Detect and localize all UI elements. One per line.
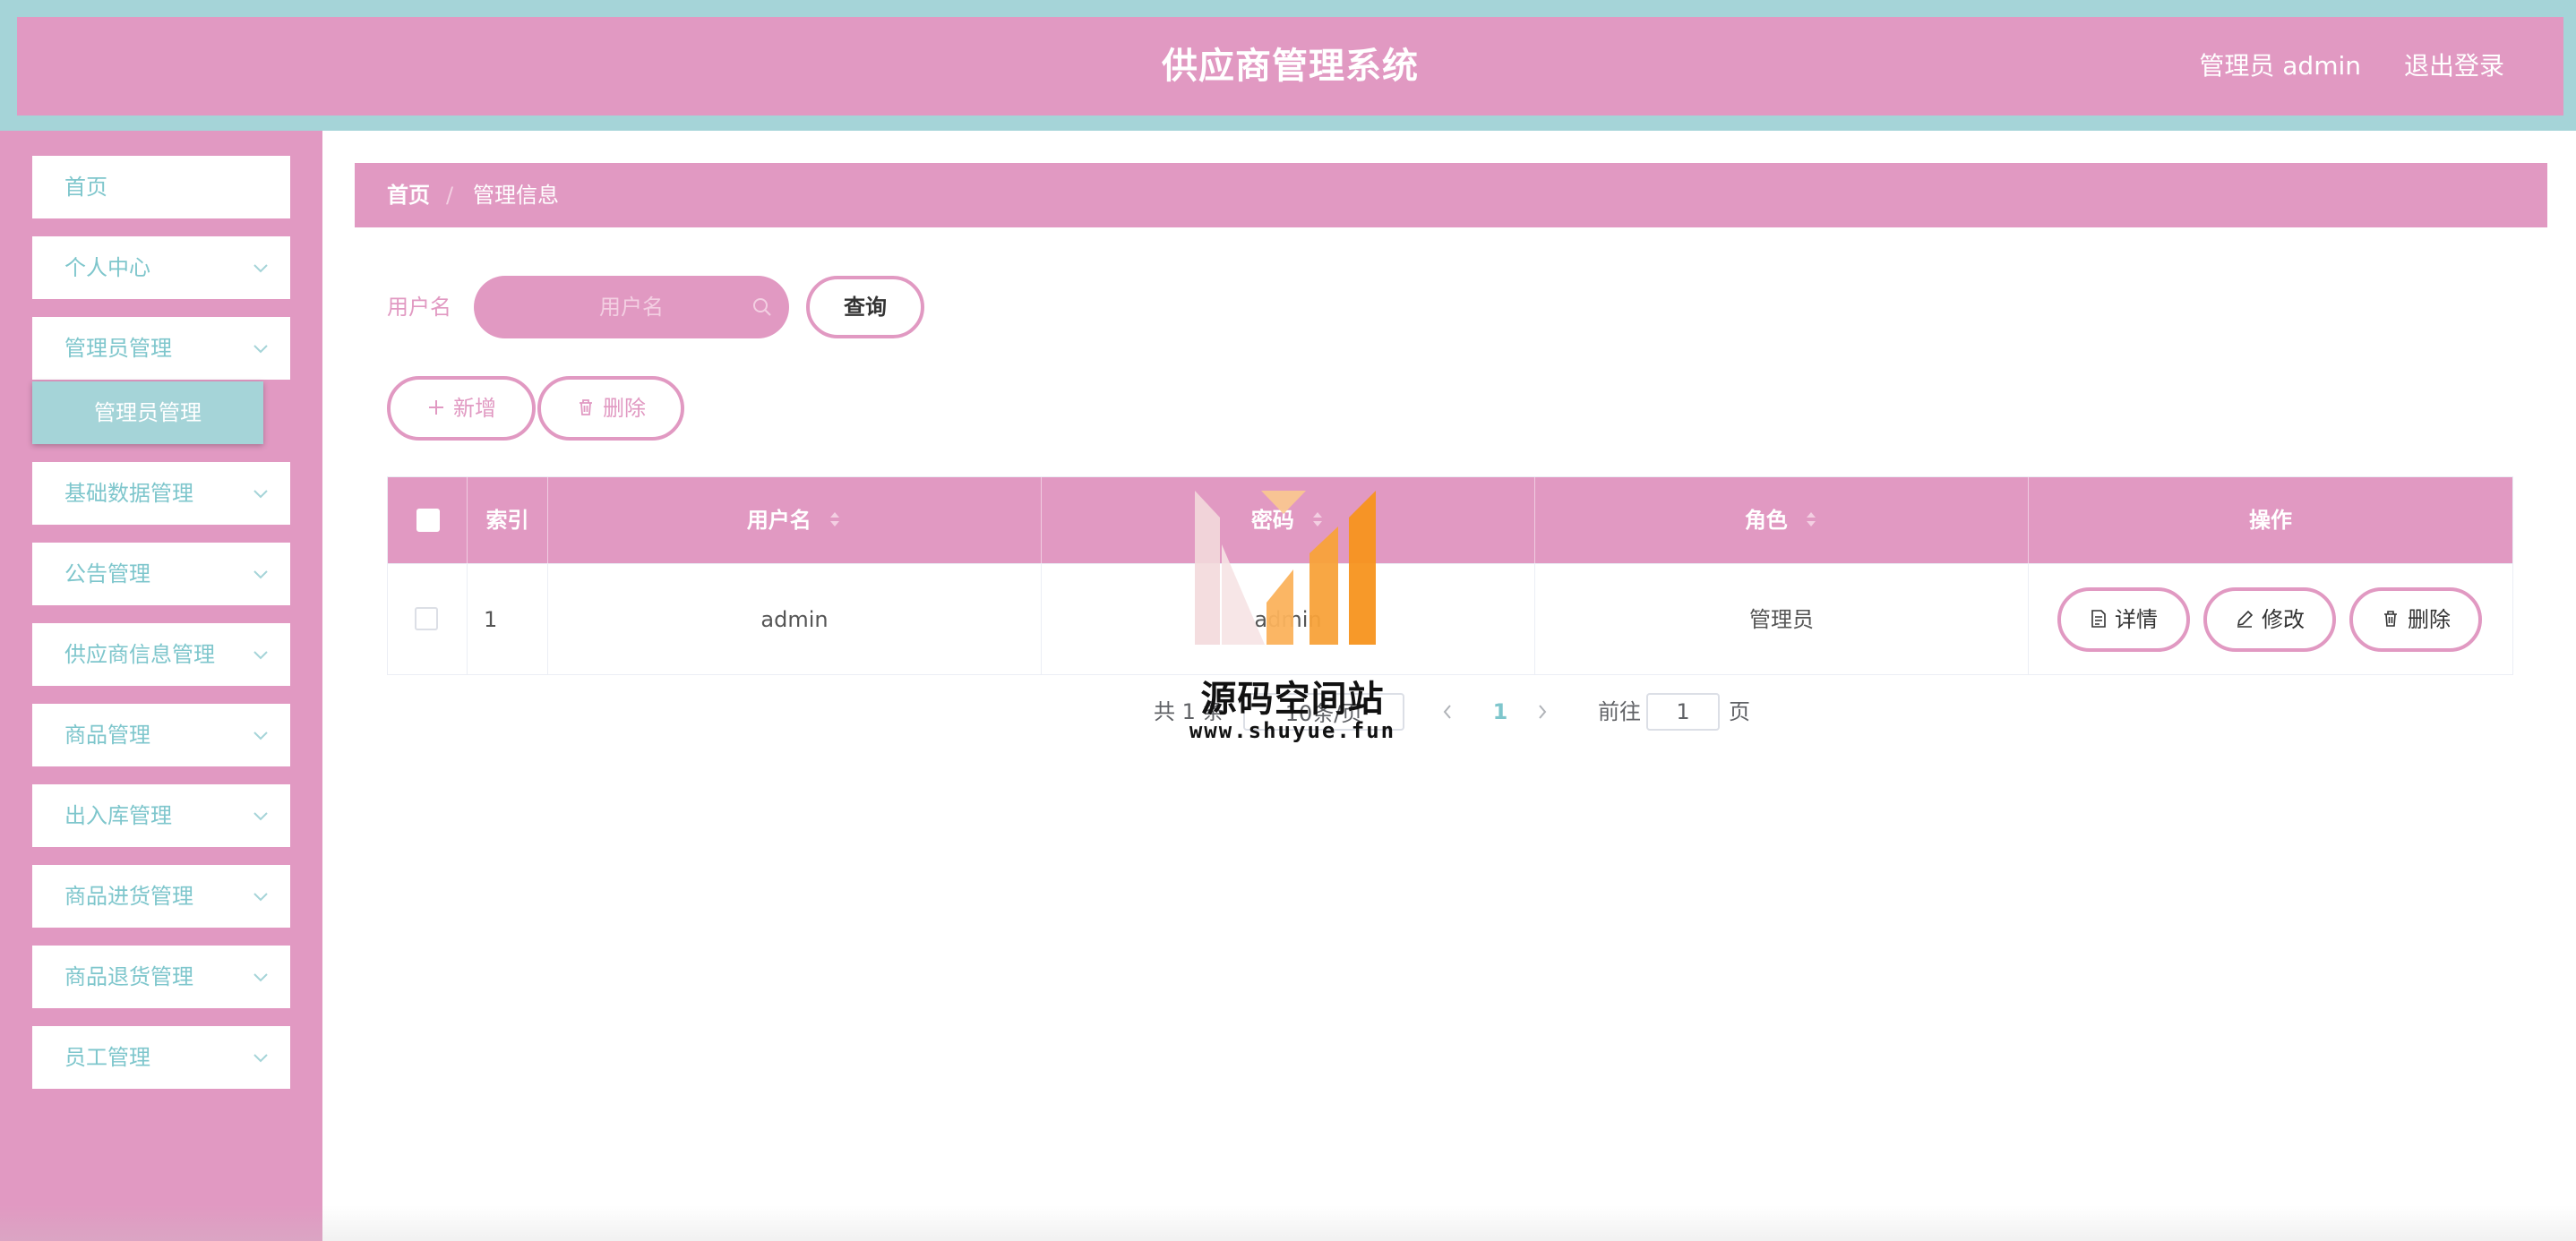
prev-page-button[interactable] xyxy=(1438,693,1462,731)
chevron-down-icon xyxy=(253,893,268,902)
column-header-label: 角色 xyxy=(1744,508,1788,533)
admin-table: 索引 用户名 密码 角色 操作 1 admin admin 管理员 详情 xyxy=(387,476,2513,675)
sidebar-item-label: 个人中心 xyxy=(64,255,150,280)
sort-icon[interactable] xyxy=(828,509,842,530)
sidebar-item-label: 供应商信息管理 xyxy=(64,642,215,667)
breadcrumb: 首页 / 管理信息 xyxy=(355,163,2547,227)
chevron-down-icon xyxy=(253,570,268,579)
cell-actions: 详情 修改 删除 xyxy=(2029,564,2512,675)
column-header-label: 用户名 xyxy=(746,508,811,533)
search-icon xyxy=(753,298,771,316)
batch-delete-button[interactable]: 删除 xyxy=(537,376,684,441)
watermark-title: 源码空间站 xyxy=(1200,679,1385,720)
sidebar-item-label: 管理员管理 xyxy=(64,336,172,361)
sidebar-item-basic-data[interactable]: 基础数据管理 xyxy=(32,462,290,525)
row-checkbox[interactable] xyxy=(415,607,438,630)
sidebar: 首页 个人中心 管理员管理 管理员管理 基础数据管理 公告管理 供应商信息管理 … xyxy=(0,131,322,1241)
row-select-cell xyxy=(388,564,468,675)
sidebar-item-products[interactable]: 商品管理 xyxy=(32,704,290,766)
sidebar-item-label: 商品管理 xyxy=(64,723,150,748)
current-user-label: 管理员 admin xyxy=(2199,51,2361,81)
detail-button[interactable]: 详情 xyxy=(2057,587,2190,652)
watermark-url: www.shuyue.fun xyxy=(1189,718,1396,743)
sidebar-item-home[interactable]: 首页 xyxy=(32,156,290,218)
header-bar: 供应商管理系统 管理员 admin 退出登录 xyxy=(17,17,2563,116)
add-button-label: 新增 xyxy=(453,396,496,421)
breadcrumb-current: 管理信息 xyxy=(473,183,559,208)
top-header: 供应商管理系统 管理员 admin 退出登录 xyxy=(0,0,2576,131)
sidebar-item-label: 商品退货管理 xyxy=(64,964,193,989)
submenu-item-admin-management[interactable]: 管理员管理 xyxy=(32,381,263,444)
table-row: 1 admin admin 管理员 详情 修改 删除 xyxy=(388,563,2512,675)
chevron-down-icon xyxy=(253,345,268,354)
page-number[interactable]: 1 xyxy=(1487,693,1514,731)
sidebar-item-label: 公告管理 xyxy=(64,561,150,586)
app-title: 供应商管理系统 xyxy=(1162,46,1419,87)
chevron-down-icon xyxy=(253,973,268,982)
sidebar-item-returns[interactable]: 商品退货管理 xyxy=(32,946,290,1008)
sidebar-item-label: 员工管理 xyxy=(64,1045,150,1070)
next-page-button[interactable] xyxy=(1533,693,1557,731)
column-header-role[interactable]: 角色 xyxy=(1535,477,2029,563)
sidebar-item-label: 首页 xyxy=(64,175,107,200)
sidebar-item-employees[interactable]: 员工管理 xyxy=(32,1026,290,1089)
watermark-logo xyxy=(1195,491,1376,645)
cell-index: 1 xyxy=(468,564,548,675)
search-username-label: 用户名 xyxy=(387,295,451,320)
search-button[interactable]: 查询 xyxy=(806,276,924,338)
batch-delete-label: 删除 xyxy=(603,396,646,421)
chevron-down-icon xyxy=(253,732,268,740)
cell-username: admin xyxy=(548,564,1042,675)
sidebar-item-label: 出入库管理 xyxy=(64,803,172,828)
goto-page-input[interactable] xyxy=(1646,693,1720,731)
sidebar-item-label: 基础数据管理 xyxy=(64,481,193,506)
edit-button[interactable]: 修改 xyxy=(2203,587,2336,652)
goto-label: 前往 xyxy=(1598,699,1641,724)
submenu-item-label: 管理员管理 xyxy=(94,400,202,425)
chevron-down-icon xyxy=(253,264,268,273)
sidebar-item-label: 商品进货管理 xyxy=(64,884,193,909)
detail-button-label: 详情 xyxy=(2115,607,2158,632)
column-header-index: 索引 xyxy=(468,477,548,563)
sidebar-item-purchasing[interactable]: 商品进货管理 xyxy=(32,865,290,928)
chevron-down-icon xyxy=(253,812,268,821)
delete-button-label: 删除 xyxy=(2408,607,2451,632)
bottom-shade xyxy=(0,1205,2576,1241)
chevron-down-icon xyxy=(253,1054,268,1063)
select-all-checkbox[interactable] xyxy=(416,509,440,532)
sidebar-item-announcements[interactable]: 公告管理 xyxy=(32,543,290,605)
sidebar-item-profile[interactable]: 个人中心 xyxy=(32,236,290,299)
chevron-right-icon xyxy=(1539,705,1547,719)
sidebar-item-inventory[interactable]: 出入库管理 xyxy=(32,784,290,847)
page-suffix-label: 页 xyxy=(1729,699,1750,724)
sidebar-item-admin-management[interactable]: 管理员管理 xyxy=(32,317,290,380)
table-header: 索引 用户名 密码 角色 操作 xyxy=(388,477,2512,563)
trash-icon xyxy=(580,399,592,415)
chevron-down-icon xyxy=(253,651,268,660)
search-username-input[interactable] xyxy=(474,276,789,338)
chevron-down-icon xyxy=(253,490,268,499)
select-all-cell xyxy=(388,477,468,563)
breadcrumb-separator: / xyxy=(446,183,454,208)
watermark: 源码空间站 www.shuyue.fun xyxy=(1182,491,1403,750)
edit-icon xyxy=(2237,610,2254,628)
delete-button[interactable]: 删除 xyxy=(2349,587,2482,652)
plus-icon xyxy=(429,400,443,415)
sidebar-item-supplier-info[interactable]: 供应商信息管理 xyxy=(32,623,290,686)
add-button[interactable]: 新增 xyxy=(387,376,536,441)
breadcrumb-home-link[interactable]: 首页 xyxy=(387,163,430,227)
document-icon xyxy=(2091,610,2106,628)
column-header-username[interactable]: 用户名 xyxy=(548,477,1042,563)
trash-icon xyxy=(2384,611,2397,627)
column-header-actions: 操作 xyxy=(2249,508,2292,533)
sort-icon[interactable] xyxy=(1804,509,1818,530)
logout-link[interactable]: 退出登录 xyxy=(2404,17,2504,116)
chevron-left-icon xyxy=(1443,705,1451,719)
edit-button-label: 修改 xyxy=(2262,607,2305,632)
cell-role: 管理员 xyxy=(1535,564,2029,675)
